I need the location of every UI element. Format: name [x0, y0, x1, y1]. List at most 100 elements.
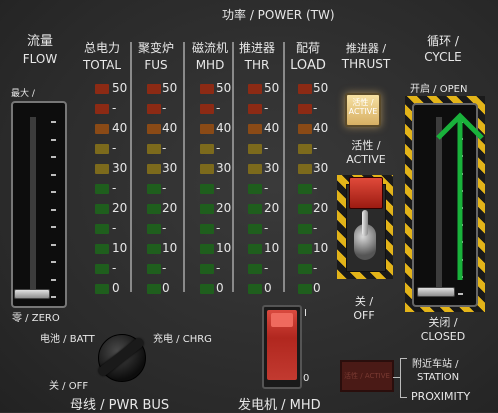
flow-tick — [51, 278, 56, 281]
meter-scale-label-total: - — [112, 101, 117, 115]
meter-scale-label-fus: 30 — [162, 161, 178, 175]
bus-off-label: 关 / OFF — [49, 381, 89, 392]
meter-led-load — [298, 124, 312, 134]
flow-tick — [51, 121, 56, 123]
meter-scale-label-mhd: - — [216, 141, 221, 155]
meter-led-thr — [248, 244, 262, 254]
meter-led-mhd — [200, 224, 214, 234]
meter-led-fus — [147, 244, 161, 254]
meter-scale-label-thr: 0 — [264, 281, 272, 295]
meter-led-thr — [248, 104, 262, 114]
meter-scale-label-mhd: 20 — [216, 201, 232, 215]
flow-tick — [51, 156, 56, 158]
meter-led-fus — [147, 84, 161, 94]
proximity-line3: PROXIMITY — [411, 390, 471, 403]
cycle-closed-en: CLOSED — [420, 330, 466, 343]
thrust-safety-cover[interactable] — [349, 177, 383, 209]
mhd-title: 发电机 / MHD — [238, 398, 321, 413]
mhd-on-label: I — [304, 308, 307, 319]
meter-led-load — [298, 184, 312, 194]
meter-led-mhd — [200, 144, 214, 154]
meter-led-mhd — [200, 284, 214, 294]
thrust-active-en: ACTIVE — [346, 153, 386, 166]
meter-led-thr — [248, 84, 262, 94]
meter-scale-label-load: 20 — [313, 201, 329, 215]
meter-led-thr — [248, 164, 262, 174]
meter-led-load — [298, 104, 312, 114]
meter-label-en-total: TOTAL — [82, 58, 122, 72]
mhd-rocker-face — [267, 310, 297, 380]
meter-separator — [283, 42, 285, 292]
meter-scale-label-load: 30 — [313, 161, 329, 175]
meter-led-mhd — [200, 164, 214, 174]
meter-led-fus — [147, 184, 161, 194]
meter-label-cn-load: 配荷 — [295, 41, 320, 55]
meter-led-total — [95, 244, 109, 254]
cycle-slider-handle[interactable] — [417, 287, 455, 297]
meter-scale-label-total: - — [112, 221, 117, 235]
meter-led-load — [298, 244, 312, 254]
flow-slider[interactable] — [11, 101, 67, 308]
meter-led-fus — [147, 104, 161, 114]
proximity-line2: STATION — [417, 372, 460, 383]
thrust-toggle-lever[interactable] — [362, 210, 368, 236]
meter-led-total — [95, 204, 109, 214]
meter-scale-label-load: 50 — [313, 81, 329, 95]
meter-scale-label-thr: 50 — [264, 81, 280, 95]
meter-scale-label-fus: - — [162, 261, 167, 275]
thrust-label-cn: 推进器 / — [345, 42, 387, 55]
cycle-label-en: CYCLE — [424, 50, 462, 64]
flow-label-cn: 流量 — [26, 34, 53, 49]
bus-rotary-knob[interactable] — [96, 334, 146, 382]
cycle-label-cn: 循环 / — [427, 34, 459, 48]
meter-scale-label-fus: - — [162, 181, 167, 195]
meter-scale-label-mhd: - — [216, 181, 221, 195]
meter-label-cn-total: 总电力 — [83, 41, 120, 55]
control-panel: 功率 / POWER (TW) 流量 FLOW 最大 / 零 / ZERO 总电… — [0, 0, 498, 413]
meter-separator — [183, 42, 185, 292]
meter-led-load — [298, 224, 312, 234]
meter-scale-label-thr: - — [264, 141, 269, 155]
meter-led-mhd — [200, 104, 214, 114]
meter-led-load — [298, 164, 312, 174]
cycle-tick — [458, 293, 463, 295]
thrust-active-cn: 活性 / — [351, 139, 381, 152]
meter-led-fus — [147, 144, 161, 154]
flow-max-label: 最大 / — [11, 89, 35, 99]
thrust-indicator-line1: 活性 / — [352, 98, 374, 107]
meter-led-load — [298, 84, 312, 94]
meter-scale-label-thr: 20 — [264, 201, 280, 215]
meter-scale-label-load: - — [313, 261, 318, 275]
meter-scale-label-total: 40 — [112, 121, 128, 135]
meter-led-total — [95, 184, 109, 194]
meter-led-thr — [248, 204, 262, 214]
meter-scale-label-thr: 40 — [264, 121, 280, 135]
mhd-rocker-switch[interactable] — [262, 305, 302, 389]
meter-led-thr — [248, 264, 262, 274]
meter-led-total — [95, 84, 109, 94]
flow-tick — [51, 296, 56, 298]
flow-zero-label: 零 / ZERO — [12, 313, 60, 324]
bus-chrg-label: 充电 / CHRG — [153, 334, 212, 345]
meter-scale-label-mhd: - — [216, 261, 221, 275]
meter-scale-label-load: - — [313, 181, 318, 195]
meter-led-load — [298, 264, 312, 274]
meter-scale-label-thr: - — [264, 261, 269, 275]
meter-scale-label-mhd: 30 — [216, 161, 232, 175]
meter-scale-label-fus: 20 — [162, 201, 178, 215]
meter-led-fus — [147, 264, 161, 274]
bus-batt-label: 电池 / BATT — [40, 334, 95, 345]
meter-led-mhd — [200, 244, 214, 254]
thrust-indicator-line2: ACTIVE — [348, 107, 378, 116]
meter-led-load — [298, 144, 312, 154]
flow-tick — [51, 138, 56, 141]
meter-scale-label-thr: - — [264, 181, 269, 195]
meter-led-thr — [248, 144, 262, 154]
meter-scale-label-fus: - — [162, 221, 167, 235]
flow-slider-handle[interactable] — [14, 289, 50, 299]
cycle-open-label: 开启 / OPEN — [410, 84, 468, 95]
power-title: 功率 / POWER (TW) — [222, 8, 335, 22]
meter-led-total — [95, 124, 109, 134]
meter-label-cn-thr: 推进器 — [238, 41, 275, 55]
meter-scale-label-total: 0 — [112, 281, 120, 295]
